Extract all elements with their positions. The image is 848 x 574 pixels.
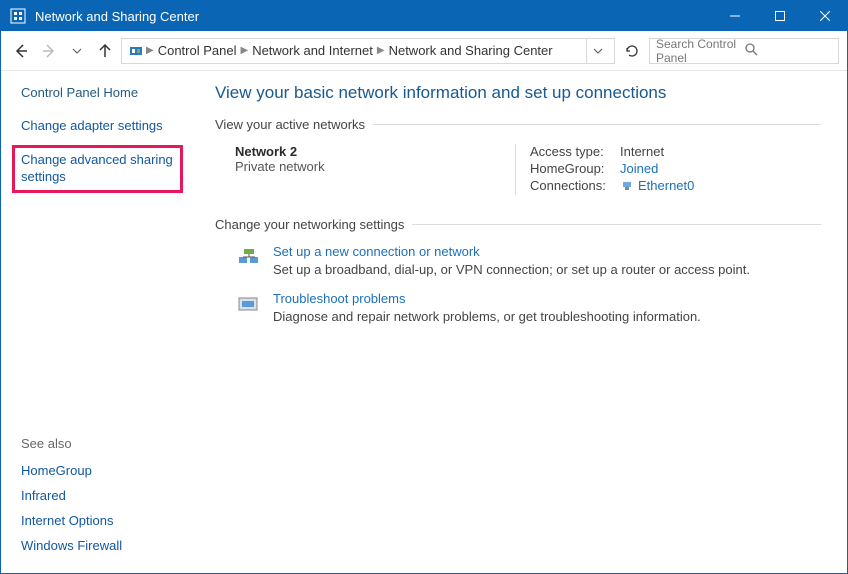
refresh-button[interactable] bbox=[619, 38, 645, 64]
troubleshoot-desc: Diagnose and repair network problems, or… bbox=[273, 309, 701, 324]
setup-connection-item[interactable]: Set up a new connection or network Set u… bbox=[215, 244, 821, 277]
network-details: Access type: Internet HomeGroup: Joined … bbox=[530, 144, 694, 195]
connection-link[interactable]: Ethernet0 bbox=[638, 178, 694, 193]
see-also-infrared[interactable]: Infrared bbox=[21, 488, 201, 503]
navbar: ▶ Control Panel ▶ Network and Internet ▶… bbox=[1, 31, 847, 71]
active-network-panel: Network 2 Private network Access type: I… bbox=[215, 144, 821, 195]
network-summary: Network 2 Private network bbox=[235, 144, 515, 195]
breadcrumb[interactable]: ▶ Control Panel ▶ Network and Internet ▶… bbox=[121, 38, 615, 64]
close-button[interactable] bbox=[802, 1, 847, 31]
change-settings-heading: Change your networking settings bbox=[215, 217, 821, 232]
network-name: Network 2 bbox=[235, 144, 515, 159]
setup-connection-desc: Set up a broadband, dial-up, or VPN conn… bbox=[273, 262, 750, 277]
troubleshoot-item[interactable]: Troubleshoot problems Diagnose and repai… bbox=[215, 291, 821, 324]
minimize-button[interactable] bbox=[712, 1, 757, 31]
app-icon bbox=[9, 7, 27, 25]
back-button[interactable] bbox=[9, 39, 33, 63]
address-dropdown-button[interactable] bbox=[586, 39, 608, 63]
connections-label: Connections: bbox=[530, 178, 620, 193]
change-adapter-settings-link[interactable]: Change adapter settings bbox=[21, 118, 201, 135]
window-title: Network and Sharing Center bbox=[35, 9, 712, 24]
forward-button[interactable] bbox=[37, 39, 61, 63]
see-also-internet-options[interactable]: Internet Options bbox=[21, 513, 201, 528]
window: Network and Sharing Center ▶ Control Pan… bbox=[0, 0, 848, 574]
setup-connection-title: Set up a new connection or network bbox=[273, 244, 750, 259]
chevron-right-icon[interactable]: ▶ bbox=[377, 45, 385, 56]
sidebar: Control Panel Home Change adapter settin… bbox=[1, 71, 201, 573]
see-also-homegroup[interactable]: HomeGroup bbox=[21, 463, 201, 478]
homegroup-link[interactable]: Joined bbox=[620, 161, 658, 176]
main: View your basic network information and … bbox=[201, 71, 847, 573]
chevron-right-icon[interactable]: ▶ bbox=[146, 45, 154, 56]
ethernet-icon bbox=[620, 179, 634, 193]
search-placeholder: Search Control Panel bbox=[656, 37, 744, 65]
highlighted-region: Change advanced sharing settings bbox=[12, 145, 183, 193]
access-type-value: Internet bbox=[620, 144, 664, 159]
body: Control Panel Home Change adapter settin… bbox=[1, 71, 847, 573]
network-type: Private network bbox=[235, 159, 515, 174]
troubleshoot-title: Troubleshoot problems bbox=[273, 291, 701, 306]
search-input[interactable]: Search Control Panel bbox=[649, 38, 839, 64]
see-also-heading: See also bbox=[21, 436, 201, 451]
maximize-button[interactable] bbox=[757, 1, 802, 31]
up-button[interactable] bbox=[93, 39, 117, 63]
search-icon bbox=[744, 42, 832, 59]
separator bbox=[515, 144, 516, 195]
breadcrumb-item[interactable]: Control Panel bbox=[158, 43, 237, 58]
titlebar: Network and Sharing Center bbox=[1, 1, 847, 31]
see-also-windows-firewall[interactable]: Windows Firewall bbox=[21, 538, 201, 553]
change-advanced-sharing-link[interactable]: Change advanced sharing settings bbox=[21, 152, 174, 186]
chevron-right-icon[interactable]: ▶ bbox=[240, 45, 248, 56]
homegroup-label: HomeGroup: bbox=[530, 161, 620, 176]
page-title: View your basic network information and … bbox=[215, 83, 821, 103]
recent-dropdown-icon[interactable] bbox=[65, 39, 89, 63]
active-networks-heading: View your active networks bbox=[215, 117, 821, 132]
access-type-label: Access type: bbox=[530, 144, 620, 159]
breadcrumb-root-icon bbox=[128, 43, 144, 59]
breadcrumb-item[interactable]: Network and Sharing Center bbox=[389, 43, 553, 58]
setup-connection-icon bbox=[235, 244, 263, 272]
control-panel-home-link[interactable]: Control Panel Home bbox=[21, 85, 201, 100]
breadcrumb-item[interactable]: Network and Internet bbox=[252, 43, 373, 58]
troubleshoot-icon bbox=[235, 291, 263, 319]
spacer bbox=[21, 201, 201, 436]
